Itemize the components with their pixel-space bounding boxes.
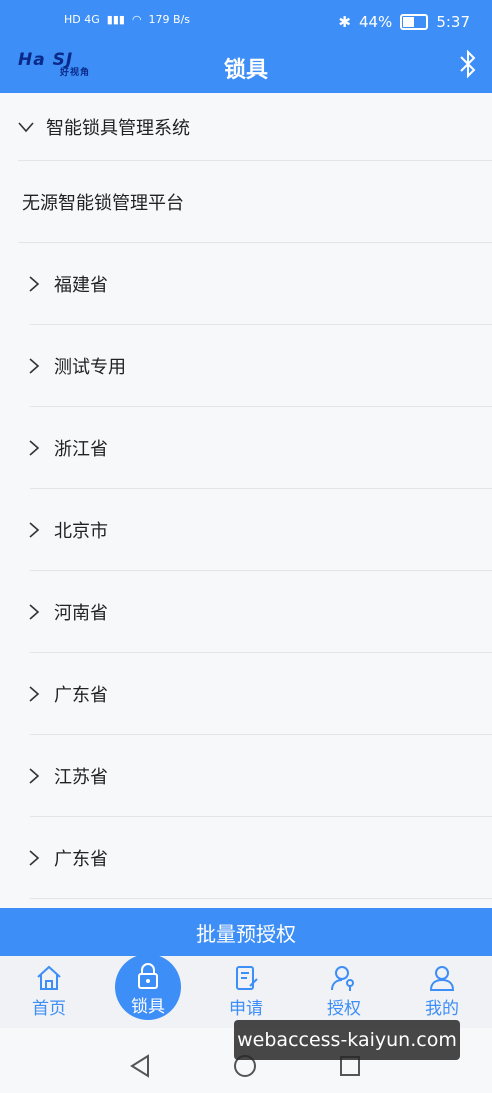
watermark: webaccess-kaiyun.com [234, 1020, 460, 1060]
divider [30, 898, 492, 899]
batch-preauthorize-button[interactable]: 批量预授权 [0, 908, 492, 956]
wifi-icon: ◠ [131, 13, 142, 26]
tree-node-label: 福建省 [54, 275, 108, 296]
app-header: HD 4G ▮▮▮ ◠ 179 B/s ✱ 44% 5:37 Ha SJ 好视角… [0, 0, 492, 93]
tree-root-label: 智能锁具管理系统 [46, 118, 190, 139]
network-indicator: HD 4G [64, 13, 100, 26]
tree-node-label: 浙江省 [54, 439, 108, 460]
tree-node-label: 广东省 [54, 849, 108, 870]
chevron-right-icon [29, 604, 40, 620]
tree-node-beijing[interactable]: 北京市 [0, 489, 492, 571]
chevron-right-icon [29, 440, 40, 456]
tab-home-label: 首页 [32, 999, 66, 1019]
tab-authorize[interactable]: 授权 [304, 964, 384, 1019]
battery-icon [400, 14, 429, 30]
tree-platform-label: 无源智能锁管理平台 [22, 193, 184, 214]
tree-node-label: 测试专用 [54, 357, 126, 378]
bluetooth-icon[interactable] [456, 48, 480, 80]
signal-icon: ▮▮▮ [106, 13, 125, 26]
bluetooth-status-icon: ✱ [338, 13, 351, 31]
chevron-right-icon [29, 522, 40, 538]
tab-apply-label: 申请 [229, 999, 263, 1019]
tree-node-label: 广东省 [54, 685, 108, 706]
tab-locks[interactable]: 锁具 [115, 954, 181, 1020]
user-key-icon [331, 966, 354, 991]
lock-icon [138, 963, 158, 989]
chevron-right-icon [29, 276, 40, 292]
tree-platform[interactable]: 无源智能锁管理平台 [0, 161, 492, 243]
tab-mine-label: 我的 [425, 999, 459, 1019]
tree-root[interactable]: 智能锁具管理系统 [0, 93, 492, 161]
edit-document-icon [236, 966, 258, 990]
bottom-tab-bar: 首页 锁具 申请 授权 我的 [0, 954, 492, 1028]
network-speed: 179 B/s [148, 13, 191, 26]
chevron-right-icon [29, 768, 40, 784]
tree-node-label: 江苏省 [54, 767, 108, 788]
home-icon [37, 965, 61, 990]
user-icon [429, 966, 455, 991]
tree-node-henan[interactable]: 河南省 [0, 571, 492, 653]
tree-node-jiangsu[interactable]: 江苏省 [0, 735, 492, 817]
battery-percent: 44% [358, 13, 393, 31]
chevron-right-icon [29, 850, 40, 866]
chevron-down-icon [18, 122, 34, 133]
tab-authorize-label: 授权 [327, 999, 361, 1019]
tree-node-guangdong-2[interactable]: 广东省 [0, 817, 492, 899]
tree-node-fujian[interactable]: 福建省 [0, 243, 492, 325]
tab-apply[interactable]: 申请 [206, 964, 286, 1019]
lock-tree: 智能锁具管理系统 无源智能锁管理平台 福建省 测试专用 浙江省 北京市 河南省 … [0, 93, 492, 899]
tree-node-label: 北京市 [54, 521, 108, 542]
tree-node-label: 河南省 [54, 603, 108, 624]
status-bar: HD 4G ▮▮▮ ◠ 179 B/s ✱ 44% 5:37 [0, 0, 492, 44]
tab-home[interactable]: 首页 [9, 964, 89, 1019]
clock: 5:37 [436, 13, 470, 31]
page-title: 锁具 [223, 58, 268, 83]
tree-node-zhejiang[interactable]: 浙江省 [0, 407, 492, 489]
chevron-right-icon [29, 358, 40, 374]
back-icon[interactable] [128, 1054, 152, 1078]
tab-mine[interactable]: 我的 [402, 964, 482, 1019]
tree-node-test[interactable]: 测试专用 [0, 325, 492, 407]
chevron-right-icon [29, 686, 40, 702]
tab-locks-label: 锁具 [131, 997, 165, 1017]
tree-node-guangdong[interactable]: 广东省 [0, 653, 492, 735]
